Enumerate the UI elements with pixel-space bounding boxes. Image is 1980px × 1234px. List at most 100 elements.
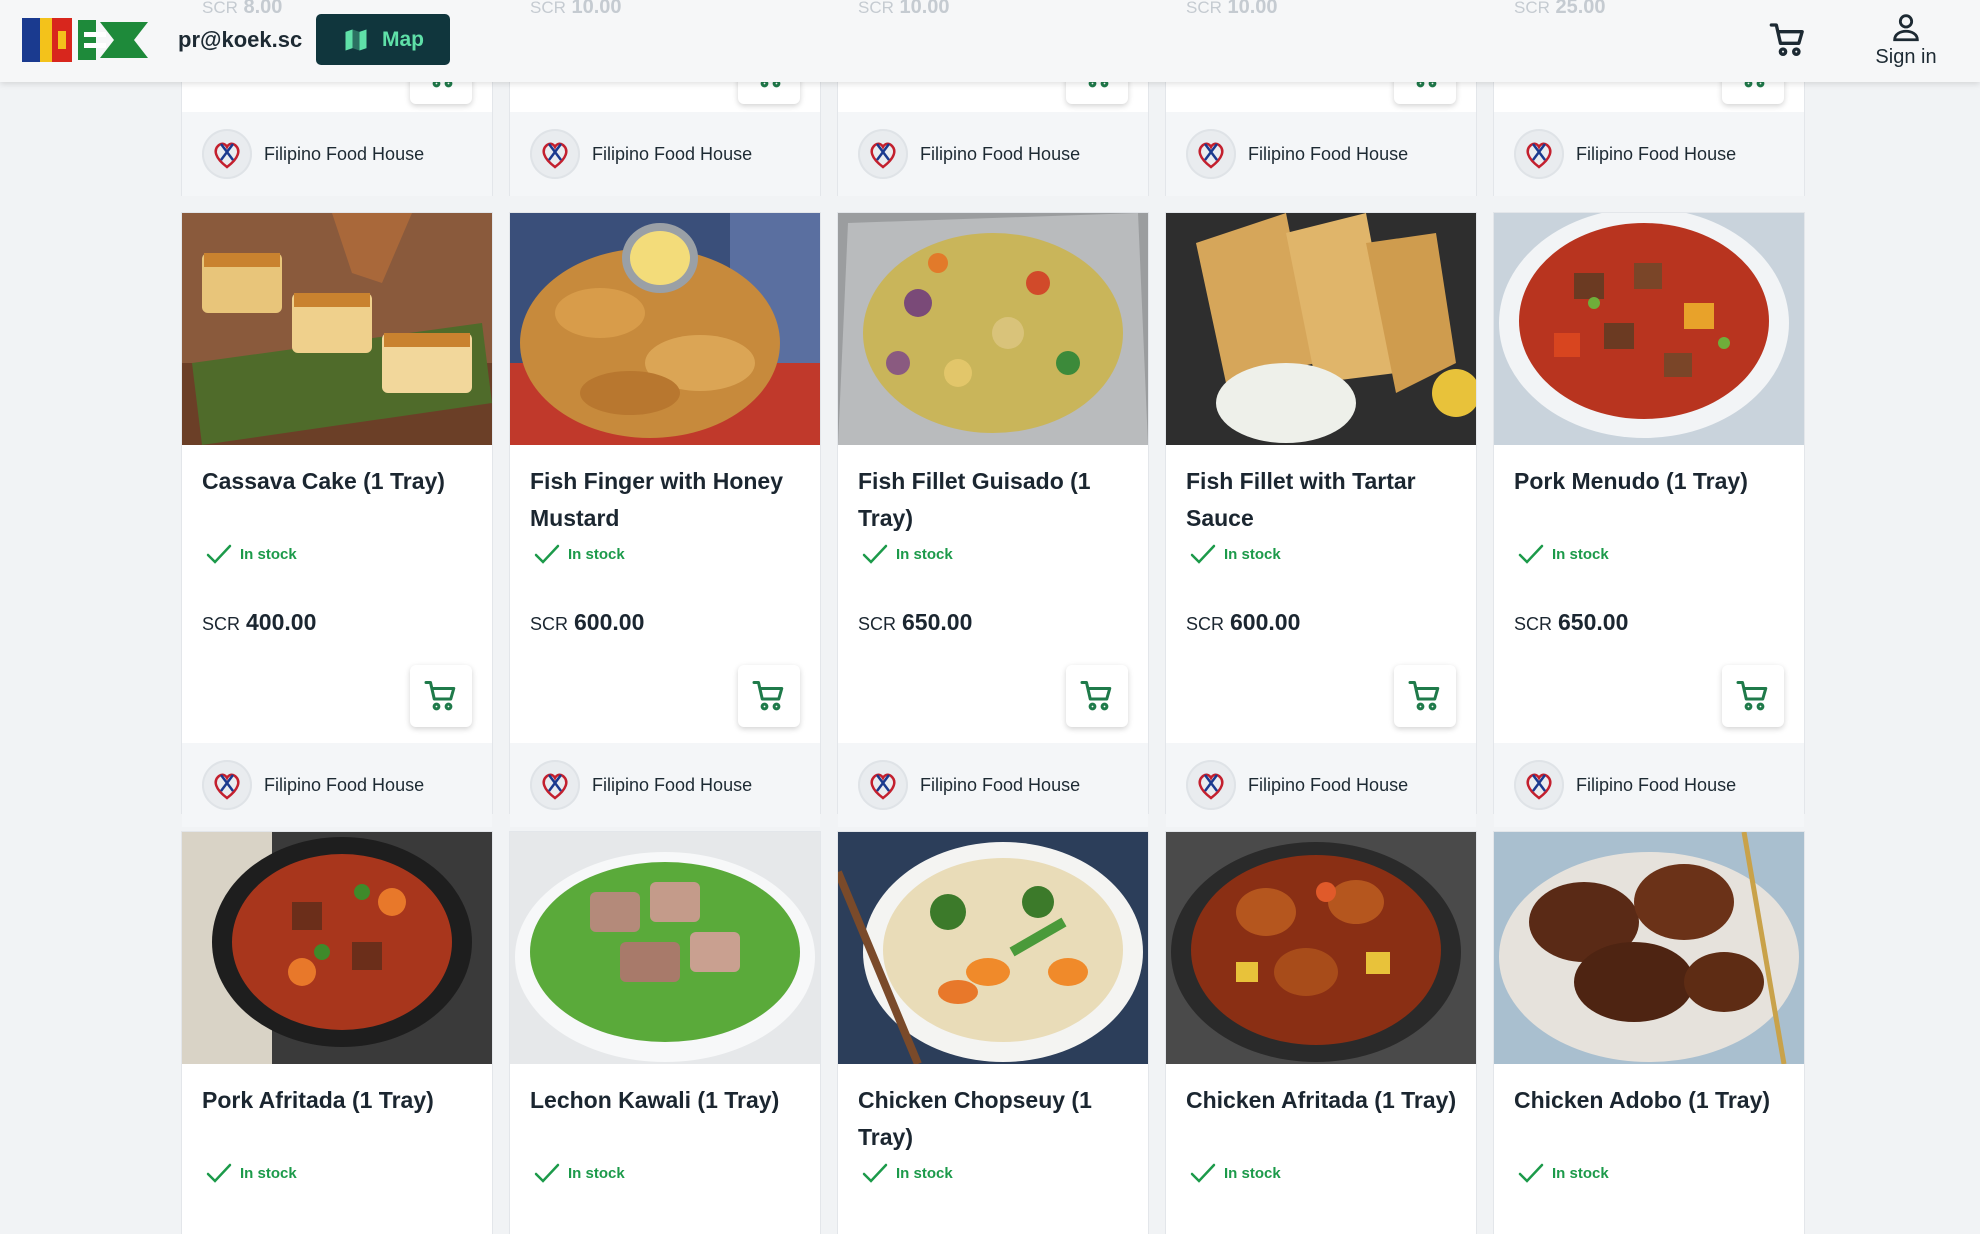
seller-link[interactable]: Filipino Food House: [1166, 112, 1476, 196]
stock-status: In stock: [862, 1162, 953, 1184]
product-card[interactable]: Chicken Chopseuy (1 Tray) In stock: [837, 831, 1149, 1234]
stock-status: In stock: [862, 543, 953, 565]
seller-name: Filipino Food House: [1576, 774, 1737, 795]
seller-logo-icon: [1514, 129, 1564, 179]
map-icon: [345, 29, 367, 50]
ghost-price: SCR 10.00: [530, 0, 622, 18]
check-icon: [534, 1163, 560, 1183]
product-image-fish-fillet-guisado[interactable]: [838, 213, 1148, 445]
stock-status: In stock: [1518, 543, 1609, 565]
seller-link[interactable]: Filipino Food House: [1166, 743, 1476, 827]
seller-name: Filipino Food House: [592, 774, 753, 795]
product-title[interactable]: Fish Finger with Honey Mustard: [530, 463, 808, 537]
cart-icon: [1080, 681, 1112, 711]
add-to-cart-button[interactable]: [1394, 665, 1456, 727]
seller-name: Filipino Food House: [1248, 143, 1409, 164]
stock-status: In stock: [1190, 543, 1281, 565]
product-title[interactable]: Chicken Adobo (1 Tray): [1514, 1082, 1792, 1119]
product-title[interactable]: Pork Afritada (1 Tray): [202, 1082, 480, 1119]
product-card[interactable]: Fish Fillet Guisado (1 Tray) In stock SC…: [837, 212, 1149, 827]
check-icon: [1190, 1163, 1216, 1183]
ghost-price: SCR 8.00: [202, 0, 283, 18]
product-price: SCR 650.00: [1514, 609, 1629, 635]
map-button[interactable]: Map: [316, 14, 450, 65]
product-card[interactable]: Pork Afritada (1 Tray) In stock: [181, 831, 493, 1234]
product-card[interactable]: Cassava Cake (1 Tray) In stock SCR 400.00…: [181, 212, 493, 827]
add-to-cart-button[interactable]: [1066, 665, 1128, 727]
product-image-pork-menudo[interactable]: [1494, 213, 1804, 445]
check-icon: [206, 1163, 232, 1183]
check-icon: [862, 544, 888, 564]
seller-name: Filipino Food House: [1248, 774, 1409, 795]
product-card[interactable]: Fish Fillet with Tartar Sauce In stock S…: [1165, 212, 1477, 827]
add-to-cart-button[interactable]: [1722, 665, 1784, 727]
site-logo[interactable]: [22, 18, 148, 62]
product-title[interactable]: Fish Fillet Guisado (1 Tray): [858, 463, 1136, 537]
seller-name: Filipino Food House: [920, 774, 1081, 795]
top-header: pr@koek.sc Map Sign in: [0, 0, 1980, 82]
stock-status: In stock: [1190, 1162, 1281, 1184]
seller-link[interactable]: Filipino Food House: [838, 112, 1148, 196]
product-title[interactable]: Chicken Afritada (1 Tray): [1186, 1082, 1464, 1119]
seller-link[interactable]: Filipino Food House: [510, 743, 820, 827]
seller-logo-icon: [1186, 760, 1236, 810]
product-image-chicken-afritada[interactable]: [1166, 832, 1476, 1064]
product-image-chicken-chopseuy[interactable]: [838, 832, 1148, 1064]
check-icon: [1190, 544, 1216, 564]
product-card[interactable]: Lechon Kawali (1 Tray) In stock: [509, 831, 821, 1234]
check-icon: [1518, 544, 1544, 564]
seller-name: Filipino Food House: [1576, 143, 1737, 164]
check-icon: [206, 544, 232, 564]
check-icon: [862, 1163, 888, 1183]
cart-icon: [424, 681, 456, 711]
user-email: pr@koek.sc: [178, 27, 303, 52]
seller-link[interactable]: Filipino Food House: [510, 112, 820, 196]
ghost-price: SCR 10.00: [1186, 0, 1278, 18]
seller-name: Filipino Food House: [592, 143, 753, 164]
product-title[interactable]: Fish Fillet with Tartar Sauce: [1186, 463, 1464, 537]
seller-link[interactable]: Filipino Food House: [1494, 743, 1804, 827]
product-card[interactable]: Chicken Adobo (1 Tray) In stock: [1493, 831, 1805, 1234]
check-icon: [534, 544, 560, 564]
cart-icon[interactable]: [1768, 20, 1808, 60]
product-title[interactable]: Chicken Chopseuy (1 Tray): [858, 1082, 1136, 1156]
seller-name: Filipino Food House: [264, 774, 425, 795]
seller-link[interactable]: Filipino Food House: [1494, 112, 1804, 196]
seller-logo-icon: [1514, 760, 1564, 810]
product-image-lechon-kawali[interactable]: [510, 832, 820, 1064]
product-image-fish-fillet-tartar[interactable]: [1166, 213, 1476, 445]
product-price: SCR 600.00: [1186, 609, 1301, 635]
product-price: SCR 600.00: [530, 609, 645, 635]
seller-link[interactable]: Filipino Food House: [182, 743, 492, 827]
product-card[interactable]: Fish Finger with Honey Mustard In stock …: [509, 212, 821, 827]
add-to-cart-button[interactable]: [410, 665, 472, 727]
seller-link[interactable]: Filipino Food House: [838, 743, 1148, 827]
user-icon: [1893, 14, 1919, 42]
seller-logo-icon: [530, 129, 580, 179]
ghost-price: SCR 25.00: [1514, 0, 1606, 18]
cart-icon: [1408, 681, 1440, 711]
product-image-cassava-cake[interactable]: [182, 213, 492, 445]
stock-status: In stock: [206, 543, 297, 565]
stock-status: In stock: [206, 1162, 297, 1184]
product-title[interactable]: Lechon Kawali (1 Tray): [530, 1082, 808, 1119]
ghost-price: SCR 10.00: [858, 0, 950, 18]
seller-logo-icon: [530, 760, 580, 810]
product-card[interactable]: Chicken Afritada (1 Tray) In stock: [1165, 831, 1477, 1234]
product-card[interactable]: Pork Menudo (1 Tray) In stock SCR 650.00 …: [1493, 212, 1805, 827]
seller-logo-icon: [1186, 129, 1236, 179]
seller-link[interactable]: Filipino Food House: [182, 112, 492, 196]
check-icon: [1518, 1163, 1544, 1183]
product-image-pork-afritada[interactable]: [182, 832, 492, 1064]
stock-status: In stock: [1518, 1162, 1609, 1184]
product-image-chicken-adobo[interactable]: [1494, 832, 1804, 1064]
product-title[interactable]: Pork Menudo (1 Tray): [1514, 463, 1792, 500]
product-image-fish-finger[interactable]: [510, 213, 820, 445]
add-to-cart-button[interactable]: [738, 665, 800, 727]
seller-logo-icon: [858, 129, 908, 179]
product-price: SCR 650.00: [858, 609, 973, 635]
seller-logo-icon: [202, 760, 252, 810]
product-title[interactable]: Cassava Cake (1 Tray): [202, 463, 480, 500]
cart-icon: [752, 681, 784, 711]
sign-in-button[interactable]: Sign in: [1870, 10, 1942, 69]
